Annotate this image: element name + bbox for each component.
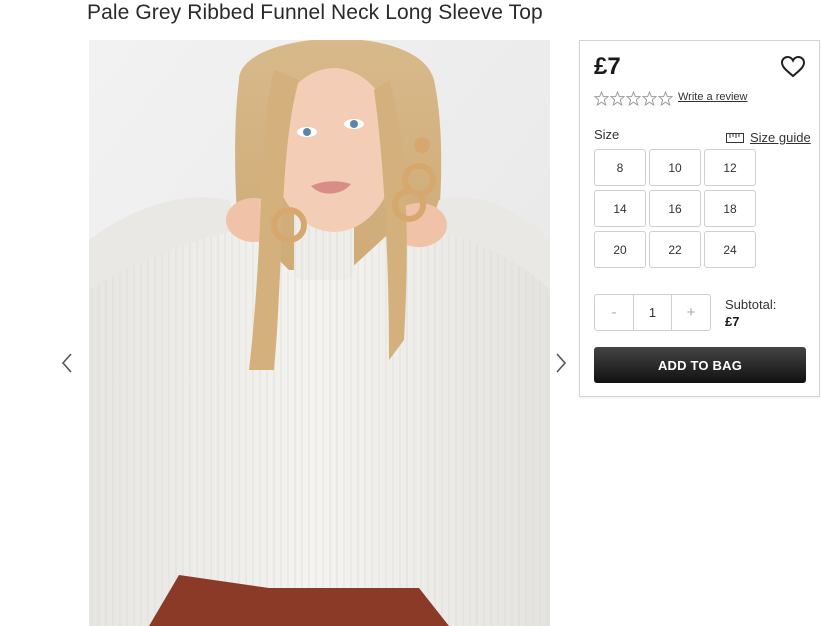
size-guide-label: Size guide bbox=[750, 130, 811, 145]
size-option-18[interactable]: 18 bbox=[704, 190, 756, 227]
wishlist-button[interactable] bbox=[780, 55, 806, 79]
star-icon bbox=[594, 91, 609, 106]
size-label: Size bbox=[594, 127, 620, 142]
quantity-stepper: - + bbox=[594, 294, 711, 331]
quantity-increase-button[interactable]: + bbox=[672, 295, 710, 330]
product-title: Pale Grey Ribbed Funnel Neck Long Sleeve… bbox=[87, 1, 543, 24]
size-option-8[interactable]: 8 bbox=[594, 149, 646, 186]
product-price: £7 bbox=[594, 53, 621, 80]
heart-icon bbox=[780, 55, 806, 78]
size-option-14[interactable]: 14 bbox=[594, 190, 646, 227]
next-image-button[interactable] bbox=[550, 348, 572, 378]
star-icon bbox=[610, 91, 625, 106]
chevron-left-icon bbox=[61, 353, 72, 373]
quantity-decrease-button[interactable]: - bbox=[595, 295, 633, 330]
star-icon bbox=[642, 91, 657, 106]
size-option-20[interactable]: 20 bbox=[594, 231, 646, 268]
star-icon bbox=[658, 91, 673, 106]
size-option-12[interactable]: 12 bbox=[704, 149, 756, 186]
rating-stars bbox=[594, 91, 673, 106]
size-option-24[interactable]: 24 bbox=[704, 231, 756, 268]
chevron-right-icon bbox=[556, 353, 567, 373]
ruler-icon bbox=[726, 132, 744, 143]
subtotal: Subtotal: £7 bbox=[725, 296, 776, 330]
quantity-input[interactable] bbox=[633, 295, 672, 330]
size-option-22[interactable]: 22 bbox=[649, 231, 701, 268]
add-to-bag-button[interactable]: ADD TO BAG bbox=[594, 347, 806, 383]
previous-image-button[interactable] bbox=[56, 348, 78, 378]
star-icon bbox=[626, 91, 641, 106]
subtotal-value: £7 bbox=[725, 314, 740, 329]
size-option-16[interactable]: 16 bbox=[649, 190, 701, 227]
size-guide-link[interactable]: Size guide bbox=[726, 130, 811, 145]
purchase-panel: £7 Write a review Size Size guide 8 10 1… bbox=[579, 40, 820, 397]
product-image bbox=[89, 40, 550, 626]
size-option-10[interactable]: 10 bbox=[649, 149, 701, 186]
size-options: 8 10 12 14 16 18 20 22 24 bbox=[594, 149, 756, 268]
write-review-link[interactable]: Write a review bbox=[678, 91, 747, 103]
subtotal-label: Subtotal: bbox=[725, 297, 777, 312]
